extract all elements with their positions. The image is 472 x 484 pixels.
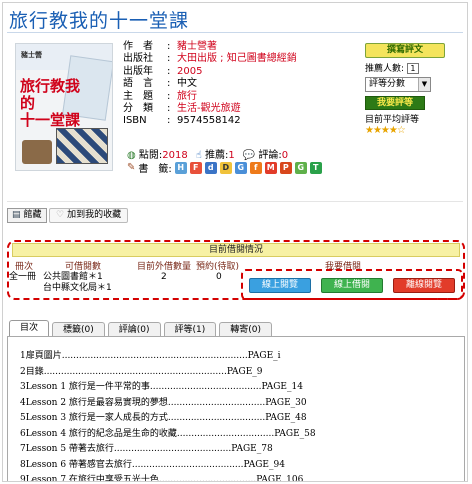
- info-label: 主 題: [123, 90, 153, 102]
- tab-ratings[interactable]: 評等(1): [163, 322, 217, 337]
- offline-read-button[interactable]: 離線閱覽: [393, 278, 455, 293]
- toc-item: 4Lesson 2 旅行是最容易實現的夢想...................…: [20, 397, 307, 408]
- page-frame: 旅行教我的十一堂課 豬士營 旅行教我的 十一堂課 作 者: 豬士營著 出版社: …: [2, 2, 468, 482]
- col-volume: 冊次: [15, 262, 34, 272]
- info-label: 出版年: [123, 65, 153, 77]
- section-divider: [7, 201, 463, 202]
- rating-select-value: 評等分數: [369, 79, 406, 89]
- cover-title: 旅行教我的 十一堂課: [20, 78, 84, 129]
- cover-publisher-mark: 豬士營: [21, 51, 42, 59]
- info-row-publisher: 出版社: 大田出版 ; 知己圖書總經銷: [123, 53, 297, 65]
- comments-stat[interactable]: 💬 評論:0: [243, 146, 288, 161]
- category-link[interactable]: 生活-觀光旅遊: [177, 103, 241, 115]
- toc-item: 2目錄.....................................…: [20, 366, 263, 377]
- location-link[interactable]: 公共圖書館＊1: [43, 272, 103, 283]
- average-rating-label: 目前平均評等: [365, 115, 420, 125]
- tab-toc[interactable]: 目次: [9, 320, 50, 337]
- myshare-icon[interactable]: M: [264, 161, 277, 174]
- col-reserved: 預約(待取): [196, 262, 240, 272]
- book-cover[interactable]: 豬士營 旅行教我的 十一堂課: [15, 43, 113, 171]
- title-divider: [7, 32, 463, 33]
- add-favorite-button[interactable]: ♡ 加到我的收藏: [49, 208, 129, 223]
- tag-icon: ✎: [127, 162, 136, 173]
- holdings-heading: 目前借閱情況: [12, 243, 460, 257]
- write-review-button[interactable]: 撰寫評文: [365, 43, 445, 58]
- volume-value: 全一冊: [9, 272, 37, 282]
- rating-panel: 撰寫評文 推薦人數: 1 評等分數 ▼ 我要評等 目前平均評等 ★★★★☆: [365, 43, 461, 136]
- tab-bar: 目次 標籤(0) 評論(0) 評等(1) 轉寄(0): [9, 320, 275, 337]
- publisher-link[interactable]: 大田出版 ; 知己圖書總經銷: [177, 53, 297, 65]
- subject-link[interactable]: 旅行: [177, 91, 197, 103]
- digg-share-icon[interactable]: D: [219, 161, 232, 174]
- toc-item: 6Lesson 4 旅行的紀念品是生命的收藏..................…: [20, 428, 316, 439]
- funp-share-icon[interactable]: F: [189, 161, 202, 174]
- toc-item: 9Lesson 7 在旅行中享受五光十色....................…: [20, 475, 304, 482]
- info-row-category: 分 類: 生活-觀光旅遊: [123, 103, 241, 115]
- recommend-count-label: 推薦人數:: [365, 64, 405, 74]
- toc-item: 7Lesson 5 帶著去旅行.........................…: [20, 444, 273, 454]
- cover-title-line: 十一堂課: [20, 111, 81, 129]
- toc-list: 1扉頁圖片...................................…: [20, 349, 316, 482]
- tab-comments[interactable]: 評論(0): [107, 322, 161, 337]
- on-loan-value: 2: [161, 272, 167, 282]
- holdings-button-label: 館藏: [23, 210, 42, 220]
- toc-item: 3Lesson 1 旅行是一件平常的事.....................…: [20, 382, 303, 392]
- info-row-subject: 主 題: 旅行: [123, 90, 197, 103]
- delicious-share-icon[interactable]: d: [204, 161, 217, 174]
- rate-button[interactable]: 我要評等: [365, 96, 425, 110]
- toc-panel: 1扉頁圖片...................................…: [7, 336, 465, 482]
- holdings-panel: 目前借閱情況 冊次 可借閱數 目前外借數量 預約(待取) 我要借閱 全一冊 公共…: [7, 240, 465, 300]
- info-label: 出版社: [123, 53, 153, 65]
- book-stats: ◍ 點閱:2018 ☝ 推薦:1 💬 評論:0: [127, 146, 288, 161]
- year-link[interactable]: 2005: [177, 66, 202, 78]
- info-row-isbn: ISBN: 9574558142: [123, 115, 241, 127]
- furl-share-icon[interactable]: f: [249, 161, 262, 174]
- holdings-button[interactable]: ▤ 館藏: [7, 208, 47, 223]
- rating-select[interactable]: 評等分數 ▼: [365, 77, 431, 92]
- language-value: 中文: [177, 78, 197, 90]
- technorati-share-icon[interactable]: T: [309, 161, 322, 174]
- share-label: 書 籤:: [138, 164, 172, 175]
- borrow-actions: 線上閱覽 線上借閱 離線閱覽: [241, 269, 463, 300]
- clicks-stat: ◍ 點閱:2018: [127, 146, 188, 161]
- reserved-value: 0: [216, 272, 222, 282]
- online-read-button[interactable]: 線上閱覽: [249, 278, 311, 293]
- info-row-language: 語 言: 中文: [123, 78, 197, 90]
- cover-title-line: 旅行教我的: [20, 77, 81, 112]
- tab-tags[interactable]: 標籤(0): [52, 322, 105, 337]
- share-bar: ✎ 書 籤: H F d D G f M P G T: [127, 160, 322, 175]
- plurk-share-icon[interactable]: P: [279, 161, 292, 174]
- info-row-author: 作 者: 豬士營著: [123, 41, 217, 53]
- info-label: 分 類: [123, 103, 153, 115]
- heart-icon: ♡: [56, 210, 65, 220]
- add-favorite-label: 加到我的收藏: [67, 210, 122, 220]
- cover-suitcase-graphic: [22, 140, 52, 164]
- toc-item: 8Lesson 6 帶著感官去旅行.......................…: [20, 459, 285, 470]
- google-share-icon[interactable]: G: [234, 161, 247, 174]
- toc-item: 5Lesson 3 旅行是一家人成長的方式...................…: [20, 413, 307, 423]
- book-info: 作 者: 豬士營著 出版社: 大田出版 ; 知己圖書總經銷 出版年: 2005 …: [123, 41, 297, 128]
- info-row-year: 出版年: 2005: [123, 65, 203, 78]
- recommend-stat[interactable]: ☝ 推薦:1: [196, 146, 235, 161]
- average-rating-stars: ★★★★☆: [365, 125, 406, 136]
- gbookmark-share-icon[interactable]: G: [294, 161, 307, 174]
- info-label: ISBN: [123, 115, 147, 127]
- online-borrow-button[interactable]: 線上借閱: [321, 278, 383, 293]
- page-title: 旅行教我的十一堂課: [9, 10, 190, 32]
- location-link[interactable]: 台中縣文化局＊1: [43, 283, 112, 294]
- toc-item: 1扉頁圖片...................................…: [20, 351, 281, 361]
- recommend-count: 推薦人數: 1: [365, 61, 461, 74]
- tab-forward[interactable]: 轉寄(0): [219, 322, 273, 337]
- recommend-count-value: 1: [406, 63, 419, 74]
- cover-checkerboard-graphic: [56, 128, 108, 164]
- hemidemi-share-icon[interactable]: H: [174, 161, 187, 174]
- col-available: 可借閱數: [65, 262, 102, 272]
- info-label: 語 言: [123, 78, 153, 90]
- info-label: 作 者: [123, 41, 153, 52]
- isbn-value: 9574558142: [177, 115, 241, 127]
- chevron-down-icon[interactable]: ▼: [418, 78, 430, 91]
- col-on-loan: 目前外借數量: [137, 262, 192, 272]
- book-icon: ▤: [12, 210, 21, 220]
- author-link[interactable]: 豬士營著: [177, 41, 217, 53]
